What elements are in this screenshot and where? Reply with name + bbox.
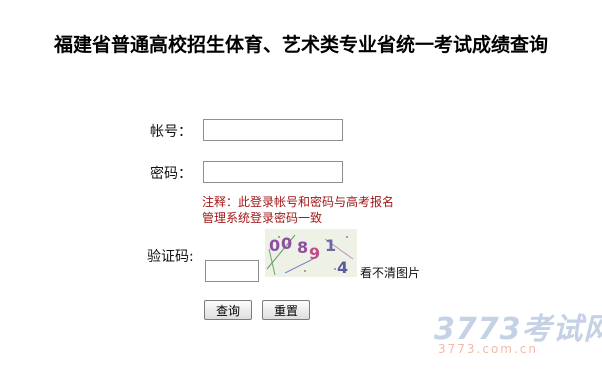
reset-button[interactable]: 重置 (262, 300, 310, 320)
query-button[interactable]: 查询 (204, 300, 252, 320)
captcha-char: 0 (269, 236, 280, 255)
captcha-image[interactable]: 0 0 8 9 1 4 (265, 229, 357, 277)
watermark-url-text: 3773.com.cn (438, 342, 538, 356)
password-input[interactable] (203, 161, 343, 183)
login-note-line2: 管理系统登录密码一致 (202, 211, 323, 225)
account-label: 帐号： (150, 124, 192, 140)
captcha-char: 8 (297, 238, 308, 257)
login-note: 注释：此登录帐号和密码与高考报名 管理系统登录密码一致 (202, 194, 432, 226)
captcha-graphic: 0 0 8 9 1 4 (266, 234, 354, 277)
captcha-label: 验证码: (147, 249, 194, 265)
captcha-char: 9 (309, 244, 320, 263)
account-input[interactable] (203, 119, 343, 141)
page-title: 福建省普通高校招生体育、艺术类专业省统一考试成绩查询 (53, 34, 548, 56)
password-label: 密码： (150, 166, 192, 182)
refresh-captcha-link[interactable]: 看不清图片 (360, 264, 420, 281)
login-note-line1: 注释：此登录帐号和密码与高考报名 (202, 195, 395, 209)
captcha-input[interactable] (205, 260, 259, 282)
captcha-char: 0 (281, 234, 292, 253)
site-watermark: 3773考试网 3773.com.cn (410, 300, 602, 370)
captcha-char: 1 (325, 236, 336, 255)
captcha-char: 4 (337, 258, 348, 277)
